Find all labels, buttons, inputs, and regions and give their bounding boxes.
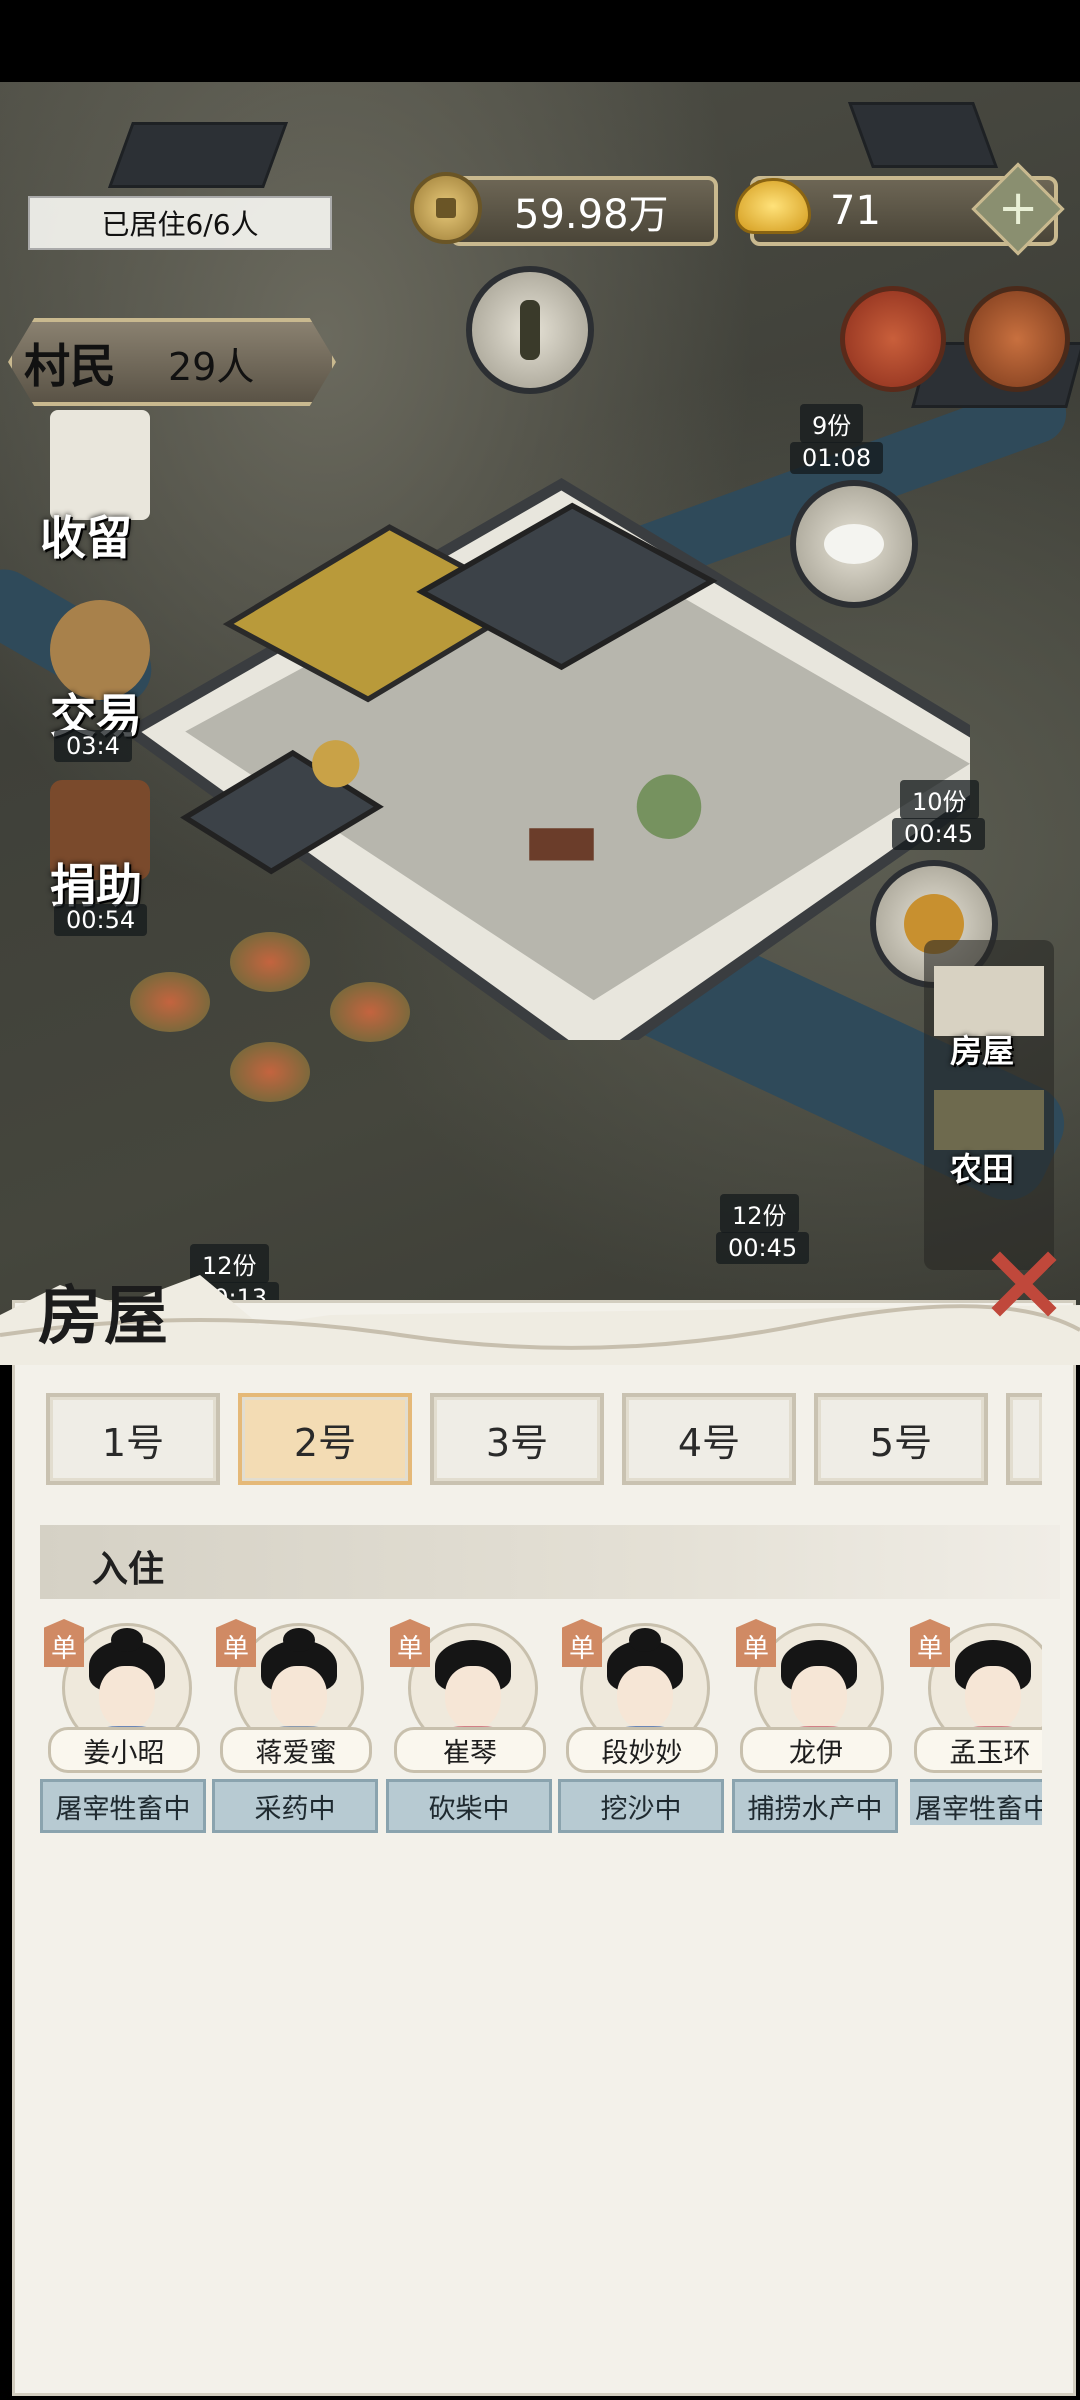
resident-name: 孟玉环 bbox=[914, 1727, 1042, 1773]
tab-house-more[interactable] bbox=[1006, 1393, 1042, 1485]
resident-card[interactable]: 单 崔琴 砍柴中 bbox=[386, 1615, 552, 1833]
section-title: 入住 bbox=[92, 1548, 165, 1590]
resident-name: 龙伊 bbox=[740, 1727, 892, 1773]
donate-button[interactable]: 捐助 00:54 bbox=[20, 770, 170, 936]
single-badge: 单 bbox=[44, 1619, 84, 1667]
resident-card[interactable]: 单 孟玉环 屠宰牲畜中 bbox=[910, 1615, 1042, 1825]
resident-name: 蒋爱蜜 bbox=[220, 1727, 372, 1773]
map-tag-timer: 00:45 bbox=[892, 818, 986, 850]
goose-harvest-icon[interactable] bbox=[790, 480, 918, 608]
map-tag-count: 10份 bbox=[900, 780, 979, 819]
grain-basket bbox=[312, 740, 360, 788]
panel-title: 房屋 bbox=[38, 1279, 170, 1354]
resident-name: 崔琴 bbox=[394, 1727, 546, 1773]
resident-status: 砍柴中 bbox=[386, 1779, 552, 1833]
donate-timer: 00:54 bbox=[54, 904, 148, 936]
single-badge: 单 bbox=[216, 1619, 256, 1667]
farm-menu-label[interactable]: 农田 bbox=[950, 1144, 1014, 1190]
resident-card[interactable]: 单 龙伊 捕捞水产中 bbox=[732, 1615, 898, 1833]
villagers-count: 29人 bbox=[168, 345, 255, 389]
herb-harvest-icon[interactable] bbox=[466, 266, 594, 394]
single-badge: 单 bbox=[736, 1619, 776, 1667]
tab-house-5[interactable]: 5号 bbox=[814, 1393, 988, 1485]
villagers-label: 村民 bbox=[24, 339, 116, 393]
tab-house-3[interactable]: 3号 bbox=[430, 1393, 604, 1485]
trade-button[interactable]: 交易 03:4 bbox=[20, 590, 170, 762]
map-tag-count: 12份 bbox=[720, 1194, 799, 1233]
copper-coin-icon bbox=[410, 172, 482, 244]
map-tag-count: 9份 bbox=[800, 404, 864, 443]
single-badge: 单 bbox=[910, 1619, 950, 1667]
gear-icon[interactable] bbox=[964, 286, 1070, 392]
tab-house-4[interactable]: 4号 bbox=[622, 1393, 796, 1485]
map-tag-timer: 01:08 bbox=[790, 442, 884, 474]
resident-name: 姜小昭 bbox=[48, 1727, 200, 1773]
occupancy-label: 已居住6/6人 bbox=[28, 196, 332, 250]
tab-house-1[interactable]: 1号 bbox=[46, 1393, 220, 1485]
resident-card[interactable]: 单 姜小昭 屠宰牲畜中 bbox=[40, 1615, 206, 1833]
resident-name: 段妙妙 bbox=[566, 1727, 718, 1773]
resident-card[interactable]: 单 段妙妙 挖沙中 bbox=[558, 1615, 724, 1833]
house-menu-label[interactable]: 房屋 bbox=[950, 1026, 1014, 1072]
house-roof bbox=[107, 122, 289, 188]
selected-courtyard[interactable] bbox=[110, 380, 970, 1040]
resident-status: 采药中 bbox=[212, 1779, 378, 1833]
farm-thumbnail-icon[interactable] bbox=[934, 1090, 1044, 1150]
table bbox=[529, 828, 594, 861]
house-roof bbox=[847, 102, 999, 168]
shelter-button[interactable]: 收留 bbox=[20, 400, 170, 565]
single-badge: 单 bbox=[390, 1619, 430, 1667]
resident-status: 捕捞水产中 bbox=[732, 1779, 898, 1833]
trade-timer: 03:4 bbox=[54, 730, 132, 762]
resident-status: 挖沙中 bbox=[558, 1779, 724, 1833]
resident-card[interactable]: 单 蒋爱蜜 采药中 bbox=[212, 1615, 378, 1833]
resident-status: 屠宰牲畜中 bbox=[40, 1779, 206, 1833]
tab-house-2[interactable]: 2号 bbox=[238, 1393, 412, 1485]
resident-status: 屠宰牲畜中 bbox=[910, 1779, 1042, 1825]
pond bbox=[636, 774, 702, 839]
shelter-label: 收留 bbox=[40, 511, 132, 565]
plus-icon: + bbox=[998, 180, 1039, 236]
single-badge: 单 bbox=[562, 1619, 602, 1667]
scroll-icon[interactable] bbox=[840, 286, 946, 392]
section-bar bbox=[40, 1525, 1060, 1599]
copper-coin-bar[interactable]: 59.98万 bbox=[450, 176, 718, 246]
close-button[interactable] bbox=[990, 1250, 1057, 1317]
copper-coin-amount: 59.98万 bbox=[514, 192, 669, 238]
gold-ingot-amount: 71 bbox=[830, 188, 881, 234]
flower-bush bbox=[230, 1042, 310, 1102]
